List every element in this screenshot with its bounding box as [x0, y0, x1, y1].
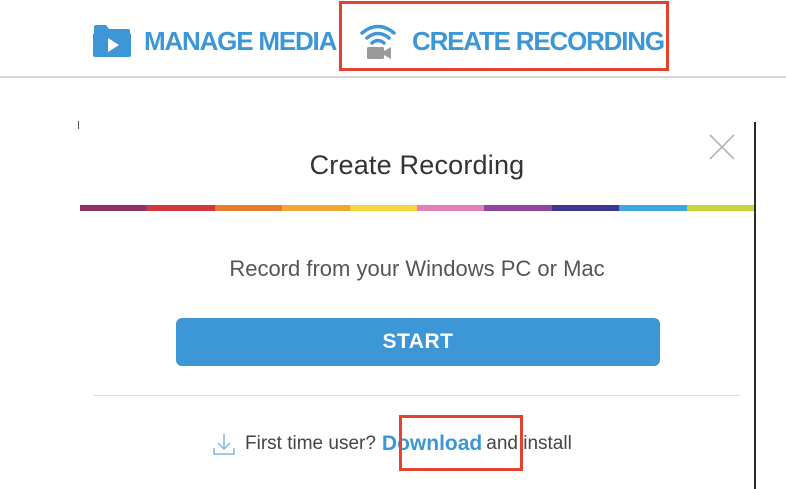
rainbow-segment — [484, 205, 552, 211]
rainbow-segment — [282, 205, 350, 211]
rainbow-segment — [147, 205, 215, 211]
dialog-left-edge — [78, 121, 79, 129]
dialog-divider — [93, 395, 740, 396]
dialog-subtitle: Record from your Windows PC or Mac — [229, 256, 605, 281]
dialog-footer: First time user? Download and install — [213, 428, 572, 460]
nav-create-recording[interactable]: CREATE RECORDING — [358, 22, 665, 60]
rainbow-segment — [619, 205, 687, 211]
nav-manage-media-label: MANAGE MEDIA — [144, 25, 337, 56]
rainbow-segment — [686, 205, 755, 211]
rainbow-segment — [80, 205, 148, 211]
start-button[interactable]: START — [176, 318, 660, 366]
rainbow-segment — [551, 205, 620, 211]
wifi-camera-icon — [360, 24, 396, 59]
footer-prefix: First time user? — [245, 433, 376, 454]
download-arrow-icon — [213, 434, 235, 455]
top-nav-bar: MANAGE MEDIA CREATE RECORDING — [0, 0, 786, 78]
rainbow-segment — [349, 205, 418, 211]
download-link[interactable]: Download — [382, 432, 482, 456]
rainbow-segment — [214, 205, 283, 211]
footer-suffix: and install — [486, 433, 572, 454]
folder-play-icon — [93, 25, 131, 57]
rainbow-segment — [417, 205, 485, 211]
rainbow-divider — [80, 205, 755, 211]
nav-divider — [0, 76, 786, 78]
dialog-right-edge — [754, 122, 756, 489]
nav-create-recording-label: CREATE RECORDING — [412, 25, 665, 56]
nav-manage-media[interactable]: MANAGE MEDIA — [92, 22, 337, 60]
dialog-title: Create Recording — [309, 150, 525, 180]
